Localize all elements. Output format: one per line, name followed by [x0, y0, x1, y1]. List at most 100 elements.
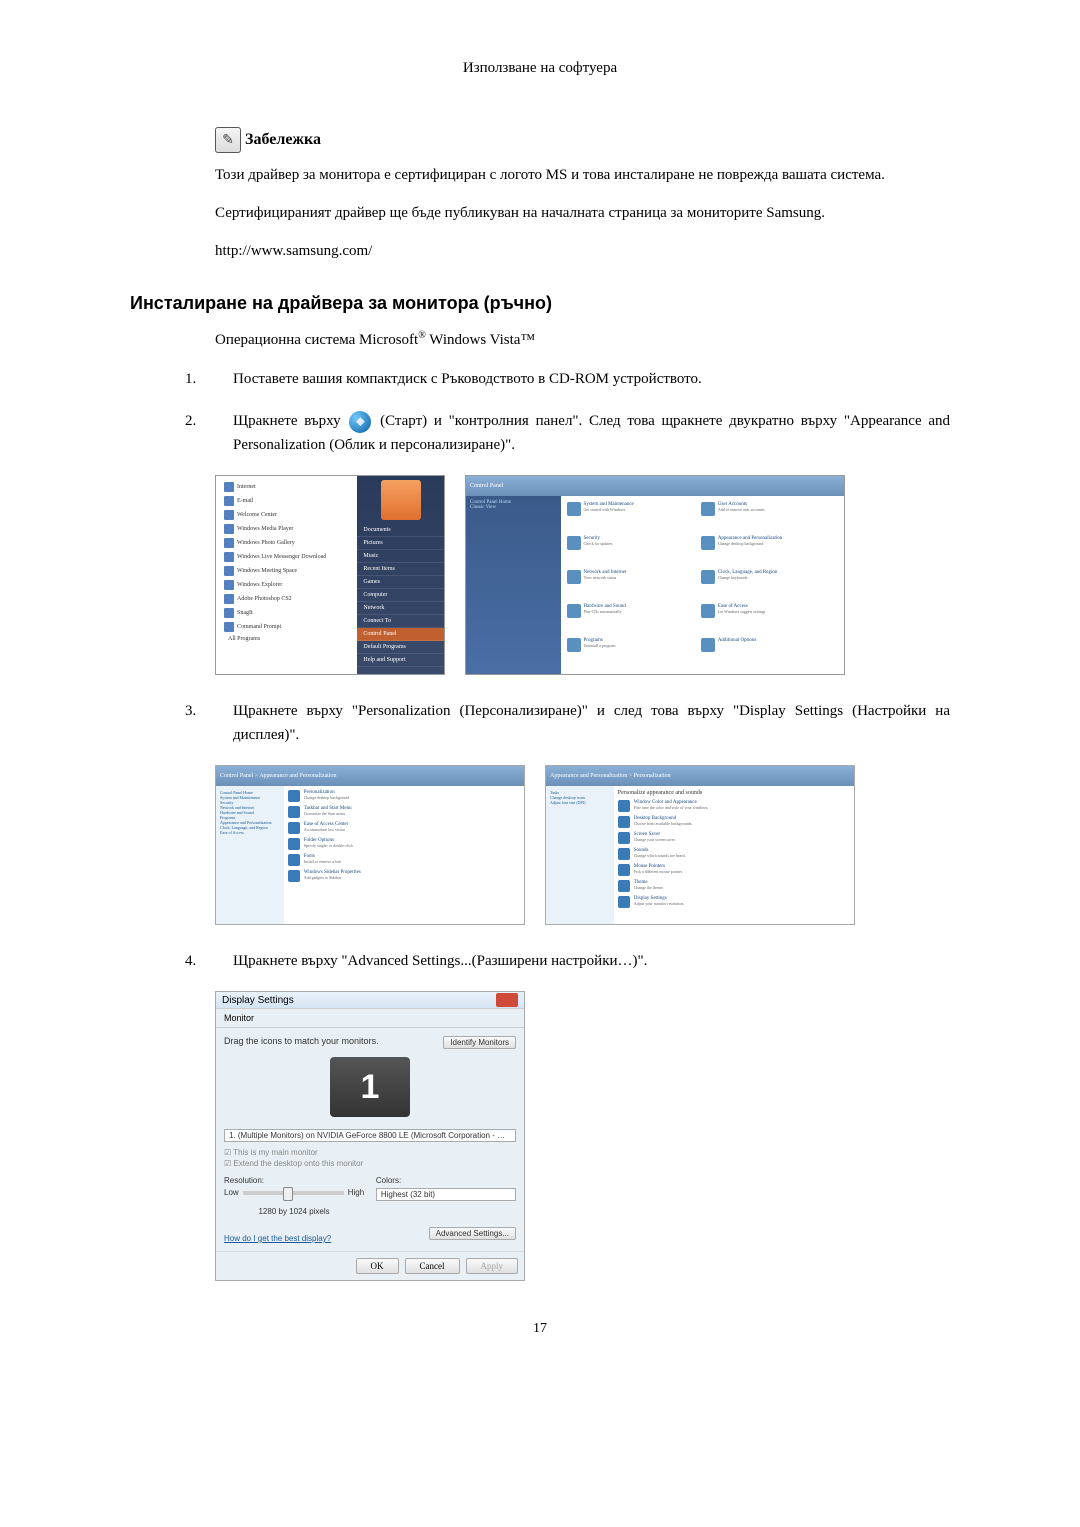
sm-item: Internet [220, 480, 353, 494]
item-icon [618, 896, 630, 908]
sm-item: E-mail [220, 494, 353, 508]
step-3: 3. Щракнете върху "Personalization (Перс… [185, 699, 950, 747]
sm-item: Windows Live Messenger Download [220, 550, 353, 564]
pz2-heading: Personalize appearance and sounds [618, 790, 850, 796]
cp-category: Clock, Language, and RegionChange keyboa… [701, 570, 831, 600]
pz-body: Control Panel Home System and Maintenanc… [216, 786, 524, 924]
step-2-text: Щракнете върху (Старт) и "контролния пан… [233, 409, 950, 457]
start-menu-right: Documents Pictures Music Recent Items Ga… [357, 476, 444, 674]
page-header: Използване на софтуера [130, 60, 950, 77]
app-icon [224, 608, 234, 618]
step-4: 4. Щракнете върху "Advanced Settings...(… [185, 949, 950, 973]
category-icon [701, 502, 715, 516]
step-3-text: Щракнете върху "Personalization (Персона… [233, 699, 950, 747]
app-icon [224, 566, 234, 576]
advanced-settings-button: Advanced Settings... [429, 1227, 516, 1240]
note-header: ✎ Забележка [215, 127, 950, 153]
category-icon [701, 638, 715, 652]
pz-item: Screen SaverChange your screen saver. [618, 832, 850, 844]
identify-button: Identify Monitors [443, 1036, 516, 1049]
pz-item: Taskbar and Start MenuCustomize the Star… [288, 806, 520, 818]
screenshot-control-panel: Control Panel Control Panel Home Classic… [465, 475, 845, 675]
registered-mark: ® [418, 330, 426, 341]
screenshot-row-3: Display Settings Monitor Drag the icons … [215, 991, 950, 1281]
advanced-row: How do I get the best display? Advanced … [224, 1224, 516, 1243]
header-text: Използване на софтуера [463, 60, 617, 76]
pz-item: SoundsChange which sounds are heard. [618, 848, 850, 860]
step-2-prefix: Щракнете върху [233, 413, 347, 429]
start-menu-left: Internet E-mail Welcome Center Windows M… [216, 476, 357, 674]
pz-item: Ease of Access CenterAccommodate low vis… [288, 822, 520, 834]
sm-item: Windows Meeting Space [220, 564, 353, 578]
colors-label: Colors: [376, 1176, 516, 1185]
sm-right-item: Games [357, 576, 444, 589]
note-para-1: Този драйвер за монитора е сертифициран … [215, 163, 950, 187]
pz-item: ThemeChange the theme. [618, 880, 850, 892]
sm-right-item: Default Programs [357, 641, 444, 654]
dialog-body: Drag the icons to match your monitors. I… [216, 1028, 524, 1251]
category-icon [567, 536, 581, 550]
app-icon [224, 524, 234, 534]
pz-item: Mouse PointersPick a different mouse poi… [618, 864, 850, 876]
app-icon [224, 538, 234, 548]
category-icon [701, 604, 715, 618]
cp-category: User AccountsAdd or remove user accounts [701, 502, 831, 532]
cp-category: Ease of AccessLet Windows suggest settin… [701, 604, 831, 634]
high-label: High [348, 1188, 364, 1197]
item-icon [618, 832, 630, 844]
pz2-body: Tasks Change desktop icons Adjust font s… [546, 786, 854, 924]
cp-category: SecurityCheck for updates [567, 536, 697, 566]
item-icon [618, 816, 630, 828]
page-number: 17 [130, 1321, 950, 1337]
step-4-num: 4. [185, 949, 203, 973]
step-1: 1. Поставете вашия компактдиск с Ръковод… [185, 367, 950, 391]
sm-right-item: Computer [357, 589, 444, 602]
check-extend-desktop: ☑ Extend the desktop onto this monitor [224, 1159, 516, 1168]
pz-main: PersonalizationChange desktop background… [284, 786, 524, 924]
step-1-num: 1. [185, 367, 203, 391]
pz2-address-bar: Appearance and Personalization > Persona… [546, 766, 854, 786]
monitor-number: 1 [361, 1068, 380, 1107]
cp-sidebar: Control Panel Home Classic View [466, 496, 561, 674]
pz-item: PersonalizationChange desktop background [288, 790, 520, 802]
monitor-select: 1. (Multiple Monitors) on NVIDIA GeForce… [224, 1129, 516, 1142]
screenshot-start-menu: Internet E-mail Welcome Center Windows M… [215, 475, 445, 675]
pz-item: Windows Sidebar PropertiesAdd gadgets to… [288, 870, 520, 882]
step-2: 2. Щракнете върху (Старт) и "контролния … [185, 409, 950, 457]
sm-right-item: Connect To [357, 615, 444, 628]
cp-addr-text: Control Panel [470, 483, 503, 489]
help-link: How do I get the best display? [224, 1234, 331, 1243]
dialog-tab: Monitor [216, 1009, 524, 1028]
os-line: Операционна система Microsoft® Windows V… [215, 330, 950, 349]
colors-col: Colors: Highest (32 bit) [376, 1176, 516, 1216]
app-icon [224, 496, 234, 506]
screenshot-row-2: Control Panel > Appearance and Personali… [215, 765, 950, 925]
item-icon [618, 800, 630, 812]
check-main-monitor: ☑ This is my main monitor [224, 1148, 516, 1157]
sm-right-item-control-panel: Control Panel [357, 628, 444, 641]
app-icon [224, 580, 234, 590]
note-para-2: Сертифицираният драйвер ще бъде публикув… [215, 201, 950, 225]
pz-sidebar: Control Panel Home System and Maintenanc… [216, 786, 284, 924]
pz-item: Window Color and AppearanceFine tune the… [618, 800, 850, 812]
os-prefix: Операционна система Microsoft [215, 332, 418, 348]
cp-category: ProgramsUninstall a program [567, 638, 697, 668]
cp-main: System and MaintenanceGet started with W… [561, 496, 845, 674]
item-icon [618, 880, 630, 892]
start-orb-icon [349, 411, 371, 433]
item-icon [288, 870, 300, 882]
pz-item: Desktop BackgroundChoose from available … [618, 816, 850, 828]
sm-item: Windows Explorer [220, 578, 353, 592]
cp-category: Additional Options [701, 638, 831, 668]
category-icon [567, 502, 581, 516]
cp-category: Hardware and SoundPlay CDs automatically [567, 604, 697, 634]
screenshot-personalization: Appearance and Personalization > Persona… [545, 765, 855, 925]
category-icon [567, 604, 581, 618]
pz2-main: Personalize appearance and sounds Window… [614, 786, 854, 924]
sm-item: Windows Media Player [220, 522, 353, 536]
cp-body: Control Panel Home Classic View System a… [466, 496, 844, 674]
cp-address-bar: Control Panel [466, 476, 844, 496]
item-icon [618, 848, 630, 860]
step-4-text: Щракнете върху "Advanced Settings...(Раз… [233, 949, 950, 973]
app-icon [224, 482, 234, 492]
